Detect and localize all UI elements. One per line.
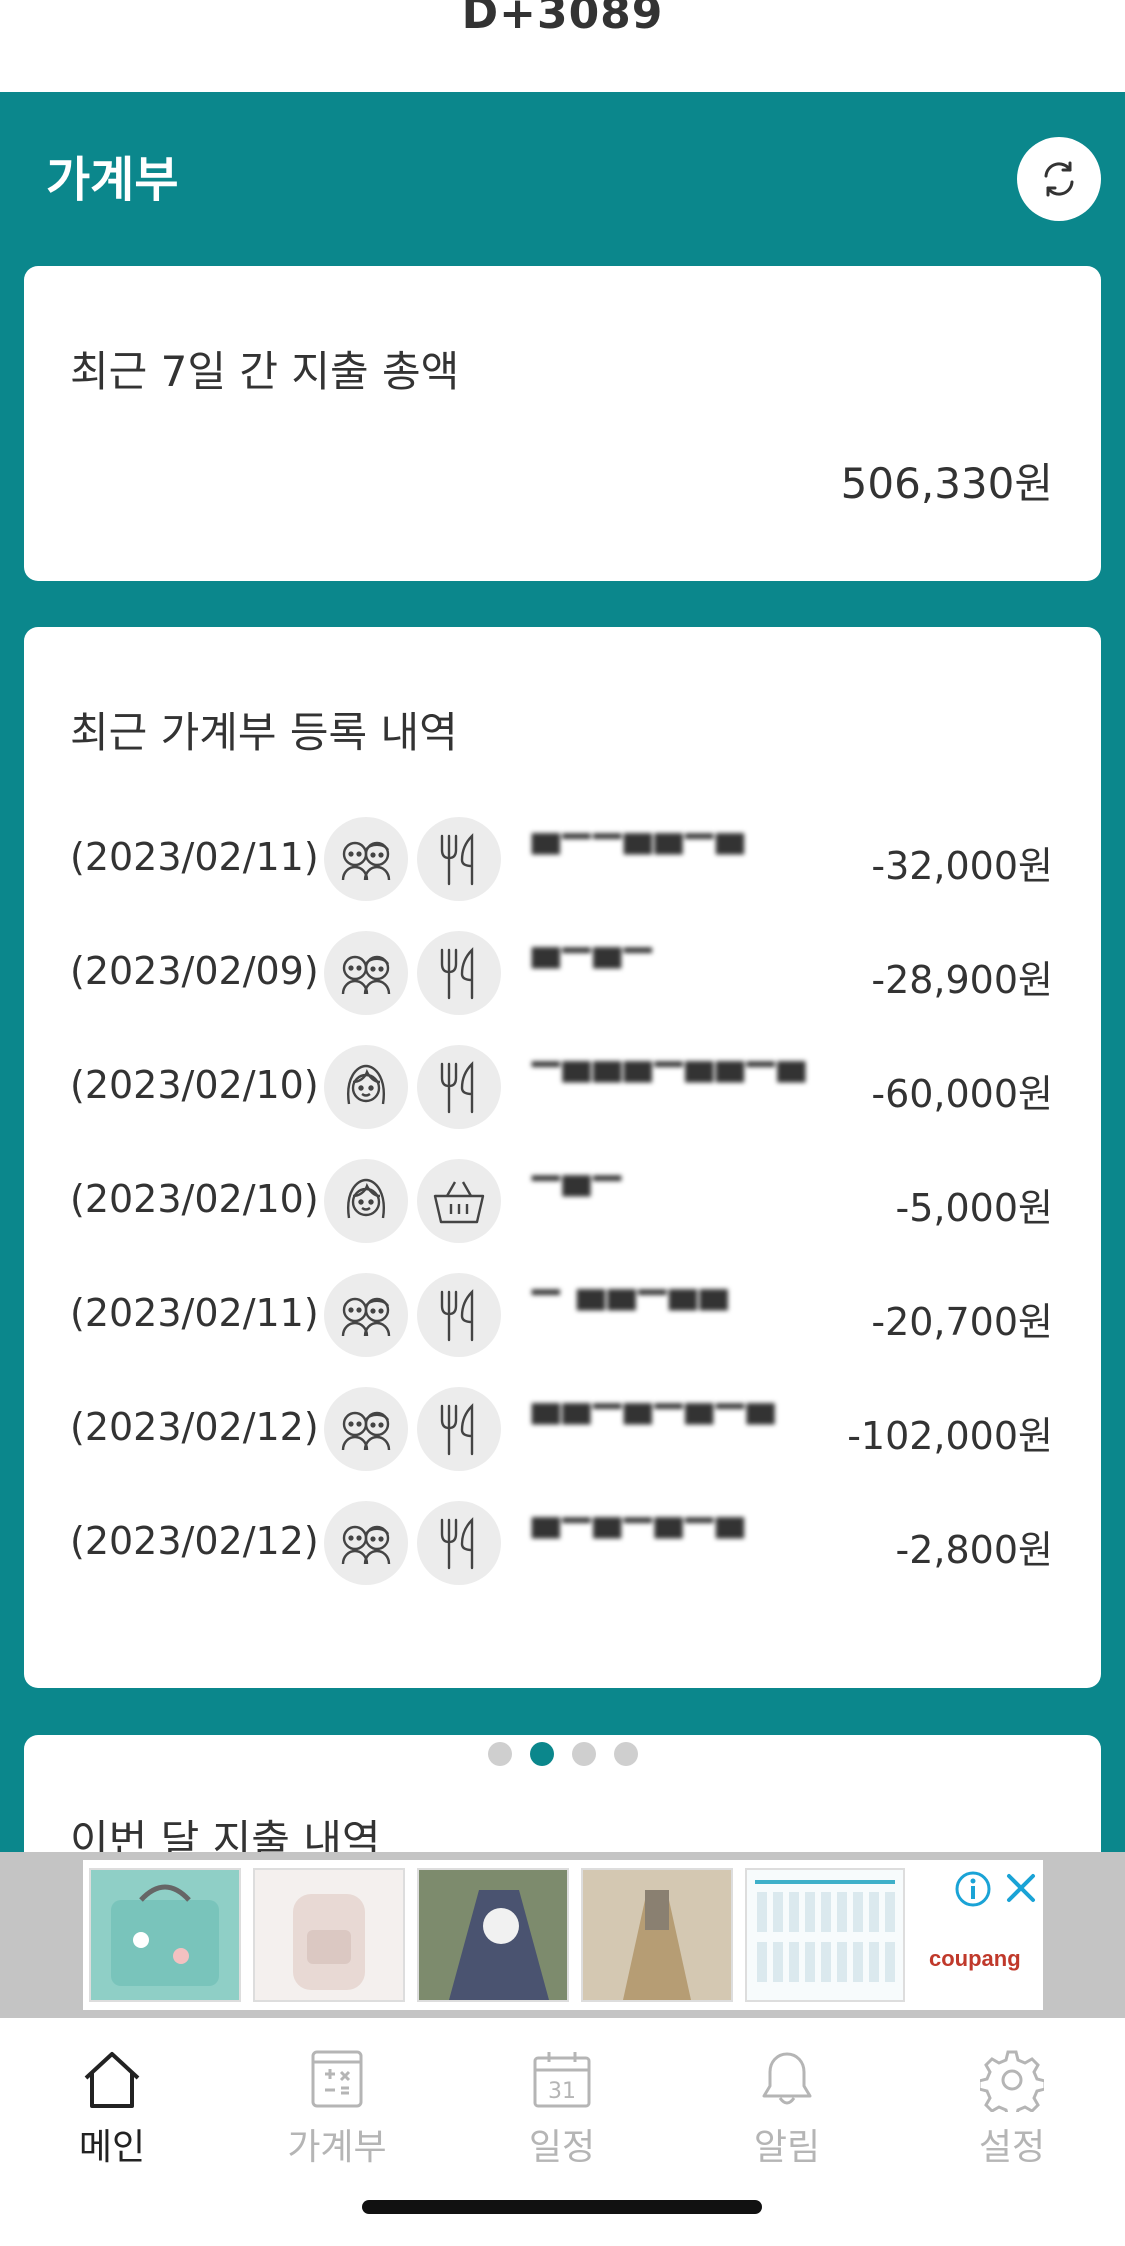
nav-label: 메인 [78,2127,146,2168]
ad-brand-logo: coupang [929,1946,1021,1971]
entry-row[interactable]: (2023/02/11) ▔ ▀▀▔▀▀ -20,700원 [24,1273,1101,1361]
home-indicator [362,2200,762,2214]
ad-product-samples[interactable] [745,1868,905,2002]
nav-label: 가계부 [287,2127,387,2168]
fork-knife-icon [417,817,501,901]
entry-date: (2023/02/10) [70,1177,319,1221]
entry-row[interactable]: (2023/02/12) ▀▔▀▔▀▔▀ -2,800원 [24,1501,1101,1589]
recent-entries-card: 최근 가계부 등록 내역 (2023/02/11) ▀▔▔▀▀▔▀ -32,000원… [24,627,1101,1688]
top-bar: D+3089 [0,0,1125,92]
entry-row[interactable]: (2023/02/11) ▀▔▔▀▀▔▀ -32,000원 [24,817,1101,905]
nav-tab-5[interactable]: 설정 [942,2048,1082,2170]
entry-description-redacted: ▔▀▔ [532,1177,625,1218]
entry-description-redacted: ▀▀▔▀▔▀▔▀ [532,1405,778,1446]
ad-content[interactable]: coupang [83,1860,1043,2010]
ad-info-button[interactable] [954,1870,992,1912]
ad-product-backpack[interactable] [253,1868,405,2002]
carrier-image [419,1870,567,2000]
nav-tab-3[interactable]: 31 일정 [492,2048,632,2170]
nav-tab-2[interactable]: 가계부 [267,2048,407,2170]
fork-knife-icon [417,931,501,1015]
entry-amount: -32,000원 [871,844,1053,888]
couple-icon [324,817,408,901]
carousel-indicator [0,1742,1125,1770]
info-icon [955,1871,991,1907]
carousel-dot[interactable] [613,1742,638,1766]
entry-description-redacted: ▔▀▀▀▔▀▀▔▀ [532,1063,809,1104]
woman-icon [324,1159,408,1243]
fork-knife-icon [417,1501,501,1585]
nav-tab-4[interactable]: 알림 [717,2048,857,2170]
entry-date: (2023/02/12) [70,1405,319,1449]
ad-product-bag[interactable] [89,1868,241,2002]
entry-date: (2023/02/09) [70,949,319,993]
entry-description-redacted: ▀▔▔▀▀▔▀ [532,835,747,876]
ad-close-button[interactable] [1001,1868,1041,1912]
gear-icon [942,2048,1082,2120]
ad-product-carrier[interactable] [417,1868,569,2002]
entry-amount: -28,900원 [871,958,1053,1002]
entry-date: (2023/02/12) [70,1519,319,1563]
ledger-icon [267,2048,407,2114]
entry-amount: -5,000원 [895,1186,1053,1230]
couple-icon [324,1273,408,1357]
svg-text:31: 31 [548,2079,576,2104]
close-icon [1007,1874,1035,1902]
page-title: 가계부 [46,152,179,208]
bag-image [111,1884,219,1986]
recent-entries-title: 최근 가계부 등록 내역 [70,708,458,757]
weekly-total-title: 최근 7일 간 지출 총액 [70,347,460,396]
couple-icon [324,1501,408,1585]
ad-product-hallway[interactable] [581,1868,733,2002]
nav-tab-1[interactable]: 메인 [42,2048,182,2170]
home-icon [42,2048,182,2114]
couple-icon [324,931,408,1015]
refresh-button[interactable] [1017,137,1101,221]
entry-amount: -2,800원 [895,1528,1053,1572]
woman-icon [324,1045,408,1129]
entry-row[interactable]: (2023/02/09) ▀▔▀▔ -28,900원 [24,931,1101,1019]
entry-row[interactable]: (2023/02/12) ▀▀▔▀▔▀▔▀ -102,000원 [24,1387,1101,1475]
weekly-total-card[interactable]: 최근 7일 간 지출 총액 506,330원 [24,266,1101,581]
shopping-basket-icon [417,1159,501,1243]
fork-knife-icon [417,1387,501,1471]
entry-amount: -20,700원 [871,1300,1053,1344]
calendar-icon: 31 [492,2048,632,2114]
entry-date: (2023/02/11) [70,1291,319,1335]
dday-counter: D+3089 [461,0,664,39]
weekly-total-amount: 506,330원 [840,459,1053,508]
entry-description-redacted: ▀▔▀▔▀▔▀ [532,1519,747,1560]
couple-icon [324,1387,408,1471]
refresh-icon [1044,161,1074,197]
fork-knife-icon [417,1045,501,1129]
samples-image [755,1880,895,1982]
entry-amount: -60,000원 [871,1072,1053,1116]
ad-banner[interactable]: coupang [0,1852,1125,2018]
entry-row[interactable]: (2023/02/10) ▔▀▀▀▔▀▀▔▀ -60,000원 [24,1045,1101,1133]
entry-date: (2023/02/10) [70,1063,319,1107]
nav-label: 설정 [978,2127,1046,2168]
carousel-dot[interactable] [529,1742,554,1766]
carousel-dot[interactable] [571,1742,596,1766]
nav-label: 알림 [753,2127,821,2168]
entry-description-redacted: ▀▔▀▔ [532,949,655,990]
hallway-image [583,1870,731,2000]
backpack-image [293,1894,365,1990]
nav-label: 일정 [528,2127,596,2168]
entry-description-redacted: ▔ ▀▀▔▀▀ [532,1291,731,1332]
bell-icon [717,2048,857,2114]
entry-date: (2023/02/11) [70,835,319,879]
carousel-dot[interactable] [487,1742,512,1766]
entry-amount: -102,000원 [847,1414,1053,1458]
entry-row[interactable]: (2023/02/10) ▔▀▔ -5,000원 [24,1159,1101,1247]
fork-knife-icon [417,1273,501,1357]
